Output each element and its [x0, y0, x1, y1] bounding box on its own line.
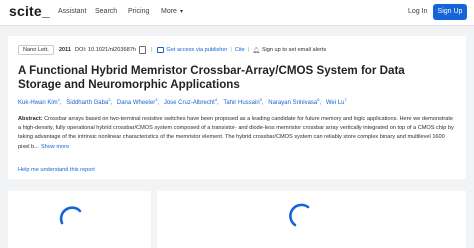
separator: |: [247, 47, 250, 53]
separator: |: [230, 47, 232, 53]
scite-logo[interactable]: scite_: [9, 3, 50, 19]
author-link[interactable]: Dana Wheeler3: [116, 97, 158, 106]
author-name: Jose Cruz-Albrecht: [163, 100, 215, 106]
cite-link[interactable]: Cite: [235, 47, 245, 53]
lock-icon: [157, 47, 165, 53]
author-name: Siddharth Gaba: [66, 100, 109, 106]
nav-more[interactable]: More ▾: [161, 8, 183, 15]
journal-badge: Nano Lett.: [18, 45, 54, 55]
author-link[interactable]: Kuk-Hwan Kim1: [18, 97, 60, 106]
nav-pricing[interactable]: Pricing: [128, 8, 149, 15]
author-name: Narayan Srinivasa: [268, 100, 318, 106]
loading-spinner-icon: [59, 206, 82, 225]
loading-panel-left: [8, 191, 151, 248]
abstract: Abstract: Crossbar arrays based on two-t…: [18, 115, 456, 152]
top-nav: scite_ Assistant Search Pricing More ▾ Lo…: [0, 0, 474, 26]
publication-year: 2011: [58, 47, 71, 53]
separator: |: [150, 47, 153, 53]
login-link[interactable]: Log In: [408, 8, 427, 15]
author-separator: ,: [59, 100, 62, 106]
loading-spinner-icon: [289, 203, 310, 227]
article-card: Nano Lett. 2011 DOI: 10.1021/nl203687h |…: [8, 36, 466, 179]
doi-text[interactable]: DOI: 10.1021/nl203687h: [75, 47, 136, 53]
nav-assistant[interactable]: Assistant: [58, 8, 86, 15]
author-name: Wei Lu: [325, 100, 345, 106]
abstract-text: Crossbar arrays based on two-terminal re…: [18, 116, 454, 150]
author-separator: ,: [319, 100, 322, 106]
bell-icon: 🔔︎: [252, 47, 260, 54]
author-separator: ,: [110, 100, 113, 106]
signup-button[interactable]: Sign Up: [433, 4, 467, 20]
author-separator: ,: [261, 100, 264, 106]
loading-panel-right: [157, 191, 466, 248]
author-name: Tahir Hussain: [223, 100, 260, 106]
show-more-link[interactable]: Show more: [41, 144, 69, 150]
article-meta: Nano Lett. 2011 DOI: 10.1021/nl203687h |…: [18, 44, 326, 56]
copy-icon[interactable]: [138, 46, 146, 54]
chevron-down-icon: ▾: [179, 9, 183, 15]
author-list: Kuk-Hwan Kim1, Siddharth Gaba2, Dana Whe…: [18, 97, 347, 106]
author-link[interactable]: Narayan Srinivasa6: [268, 97, 319, 106]
author-separator: ,: [157, 100, 160, 106]
abstract-label: Abstract:: [18, 116, 43, 122]
author-sup: 7: [344, 97, 347, 102]
author-link[interactable]: Tahir Hussain5: [223, 97, 262, 106]
author-name: Kuk-Hwan Kim: [18, 100, 58, 106]
help-understand-link[interactable]: Help me understand this report: [18, 167, 95, 173]
author-name: Dana Wheeler: [116, 100, 156, 106]
article-title: A Functional Hybrid Memristor Crossbar-A…: [18, 64, 405, 91]
author-link[interactable]: Wei Lu7: [325, 97, 347, 106]
author-link[interactable]: Jose Cruz-Albrecht4: [163, 97, 217, 106]
author-separator: ,: [217, 100, 219, 106]
author-link[interactable]: Siddharth Gaba2: [66, 97, 110, 106]
nav-search[interactable]: Search: [95, 8, 117, 15]
alerts-link[interactable]: Sign up to set email alerts: [262, 47, 326, 53]
nav-more-label: More: [161, 8, 177, 15]
access-link[interactable]: Get access via publisher: [166, 47, 227, 53]
